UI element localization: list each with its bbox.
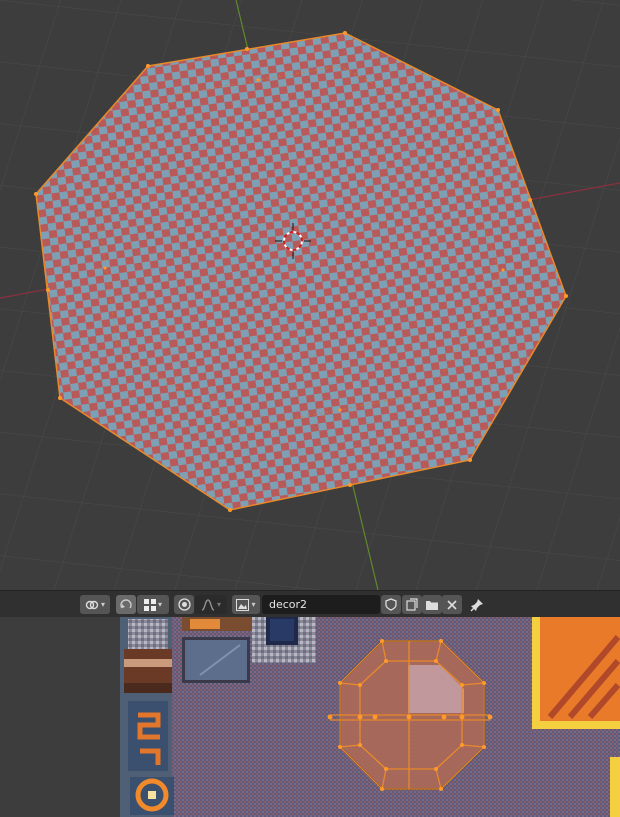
- sticky-select-icon[interactable]: ▾: [137, 595, 169, 614]
- proportional-edit-icon[interactable]: [174, 595, 194, 614]
- falloff-curve-icon[interactable]: ▾: [195, 595, 227, 614]
- uv-editor-area[interactable]: [0, 617, 620, 817]
- uv-sync-icon[interactable]: [116, 595, 136, 614]
- pin-icon[interactable]: [467, 595, 487, 614]
- unlink-icon[interactable]: [442, 595, 462, 614]
- fake-user-icon[interactable]: [381, 595, 401, 614]
- uv-editor-header: ▾ ▾ ▾ ▾ decor2: [0, 590, 620, 617]
- link-icon[interactable]: ▾: [80, 595, 110, 614]
- viewport-canvas[interactable]: [0, 0, 620, 590]
- uv-canvas[interactable]: [0, 617, 620, 817]
- image-name-field[interactable]: decor2: [262, 595, 380, 614]
- image-browse-icon[interactable]: ▾: [232, 595, 260, 614]
- new-image-icon[interactable]: [402, 595, 422, 614]
- open-image-icon[interactable]: [422, 595, 442, 614]
- 3d-viewport[interactable]: [0, 0, 620, 590]
